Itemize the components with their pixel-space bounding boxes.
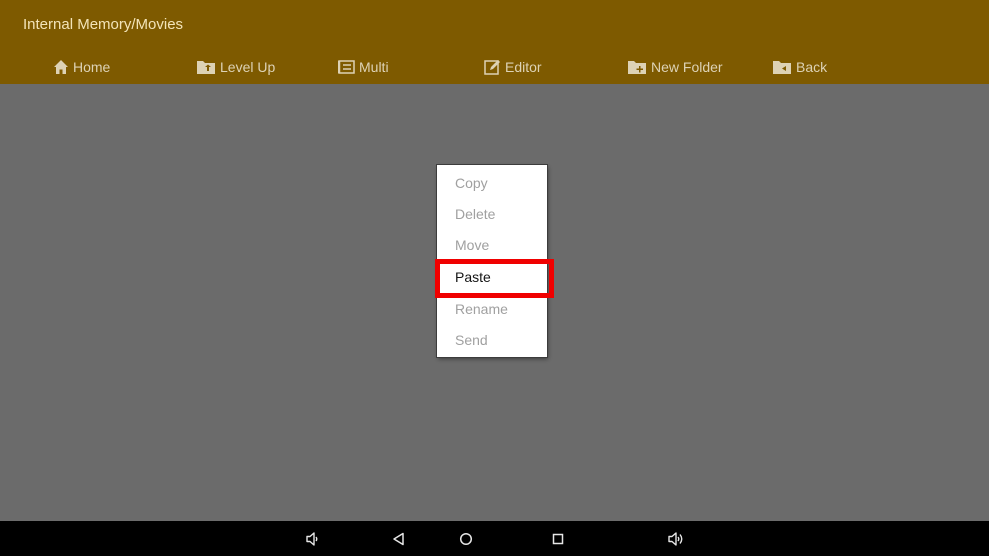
context-menu: Copy Delete Move Paste Rename Send — [437, 165, 547, 357]
volume-down-icon — [306, 532, 318, 546]
home-button[interactable]: Home — [53, 56, 110, 78]
menu-item-copy[interactable]: Copy — [437, 168, 547, 198]
multi-label: Multi — [359, 59, 389, 75]
back-triangle-icon — [393, 532, 404, 546]
menu-item-rename[interactable]: Rename — [437, 294, 547, 324]
toolbar: Home Level Up Multi Editor New Folder Ba… — [0, 50, 989, 84]
editor-label: Editor — [505, 59, 542, 75]
new-folder-label: New Folder — [651, 59, 723, 75]
menu-item-paste[interactable]: Paste — [437, 262, 547, 292]
nav-home-button[interactable] — [456, 529, 476, 549]
new-folder-icon — [628, 61, 646, 74]
volume-up-button[interactable] — [666, 529, 686, 549]
menu-item-delete[interactable]: Delete — [437, 199, 547, 229]
level-up-button[interactable]: Level Up — [196, 56, 275, 78]
back-toolbar-label: Back — [796, 59, 828, 75]
app-header: Internal Memory/Movies Home Level Up Mul… — [0, 0, 989, 84]
volume-up-icon — [668, 532, 683, 546]
recents-square-icon — [552, 533, 564, 545]
multi-select-icon — [338, 60, 355, 74]
new-folder-button[interactable]: New Folder — [627, 56, 723, 78]
folder-up-icon — [197, 61, 215, 74]
multi-button[interactable]: Multi — [338, 56, 389, 78]
back-toolbar-button[interactable]: Back — [772, 56, 827, 78]
path-title: Internal Memory/Movies — [23, 16, 184, 33]
menu-item-send[interactable]: Send — [437, 325, 547, 355]
home-circle-icon — [459, 532, 473, 546]
menu-item-move[interactable]: Move — [437, 230, 547, 260]
home-icon — [54, 60, 68, 74]
nav-recents-button[interactable] — [548, 529, 568, 549]
folder-back-icon — [773, 61, 791, 74]
nav-back-button[interactable] — [389, 529, 409, 549]
volume-down-button[interactable] — [302, 529, 322, 549]
level-up-label: Level Up — [220, 59, 276, 75]
edit-icon — [484, 60, 500, 75]
system-nav-bar — [0, 521, 989, 556]
editor-button[interactable]: Editor — [484, 56, 542, 78]
file-manager-screen: Internal Memory/Movies Home Level Up Mul… — [0, 0, 989, 556]
home-label: Home — [73, 59, 111, 75]
